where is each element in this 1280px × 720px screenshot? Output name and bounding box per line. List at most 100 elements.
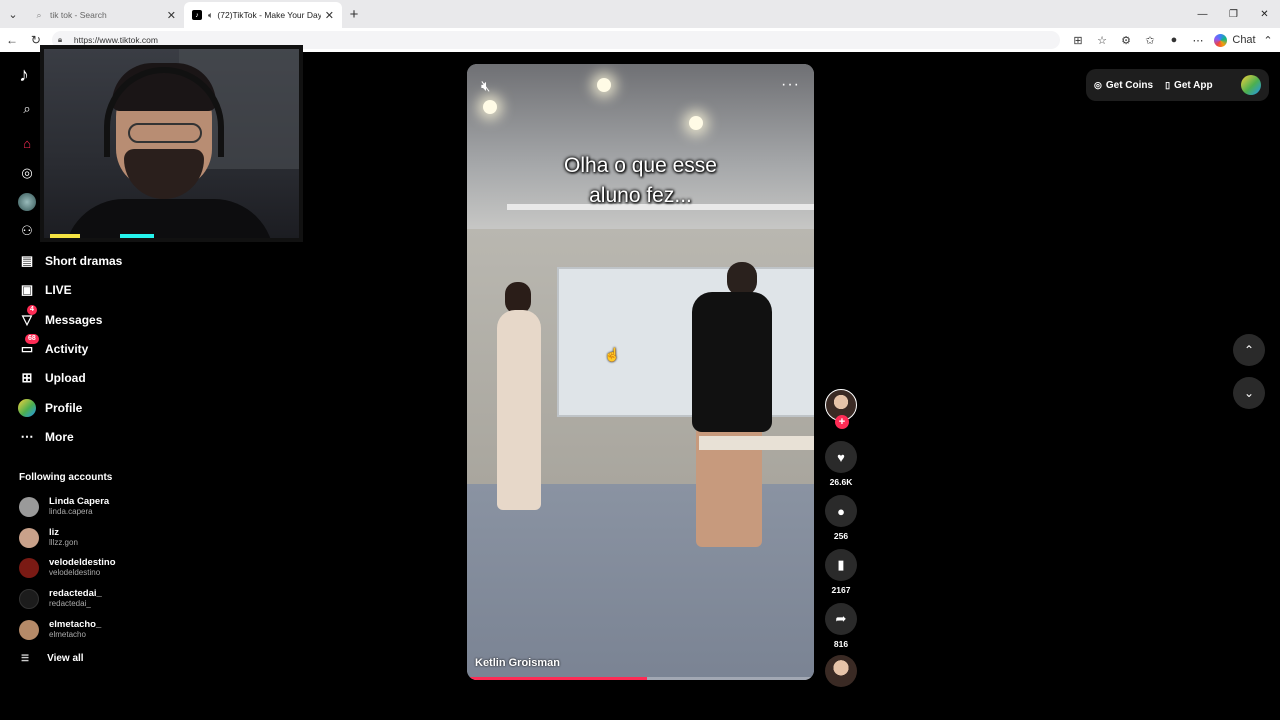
speaker-icon[interactable]: 🔈︎ [208,10,213,21]
mute-icon[interactable]: 🔇︎ [481,78,490,95]
tab-search[interactable]: ⌕ tik tok - Search ✕ [26,2,184,28]
home-icon[interactable]: ⌂ [17,133,37,153]
sidebar-item-activity[interactable]: ▭ 68 Activity [17,334,89,360]
browser-tab-bar: ⌄ ⌕ tik tok - Search ✕ ♪ 🔈︎ (72)TikTok -… [0,0,1280,28]
view-all-link[interactable]: ☰ View all [21,653,84,664]
film-icon: ▤ [20,253,34,268]
get-app-label: Get App [1174,79,1213,91]
sidebar-item-upload[interactable]: ⊞ Upload [17,367,86,389]
caption-line: Olha o que esse [564,154,717,177]
tab-title: (72)TikTok - Make Your Day [217,10,321,20]
account-item[interactable]: redactedai_ redactedai_ [19,588,102,609]
sidebar-item-short-dramas[interactable]: ▤ Short dramas [17,250,123,272]
coin-icon: ◎ [1094,79,1102,90]
avatar [19,588,39,609]
search-icon: ⌕ [36,9,42,20]
tiktok-logo-icon[interactable]: ♪ [19,64,29,87]
close-window-icon[interactable]: ✕ [1249,0,1280,28]
avatar [19,527,39,548]
tab-tiktok[interactable]: ♪ 🔈︎ (72)TikTok - Make Your Day ✕ [184,2,342,28]
new-tab-button[interactable]: + [342,6,366,23]
sidebar-item-messages[interactable]: ▽ 4 Messages [17,305,103,331]
account-item[interactable]: liz lllzz.gon [19,527,78,548]
sidebar-item-label: Messages [45,313,103,327]
video-caption: Olha o que esse aluno fez... [467,151,814,211]
hand-cursor-icon: ☝ [604,347,621,362]
comment-icon[interactable]: ● [825,495,857,527]
video-progress-bar[interactable] [467,677,814,680]
video-scene-man [672,262,782,562]
video-scene-light [483,100,497,114]
like-count: 26.6K [829,477,853,487]
sidebar-item-label: More [45,430,74,444]
save-count: 2167 [831,585,851,595]
action-column: + ♥ 26.6K ● 256 ▮ 2167 ➦ 816 [821,389,861,687]
url-text: https://www.tiktok.com [73,35,158,45]
webcam-stripe [120,234,154,238]
account-item[interactable]: Linda Capera linda.capera [19,496,109,517]
webcam-overlay [40,45,303,242]
video-player[interactable]: 🔇︎ ··· Olha o que esse aluno fez... ☝ Ke… [467,64,814,680]
avatar [19,619,39,640]
taskbar-edge [0,691,1280,720]
avatar [17,398,37,418]
split-screen-icon[interactable]: ⊞ [1066,34,1090,47]
video-scene-light [689,116,703,130]
following-avatar[interactable] [17,192,37,212]
creator-avatar[interactable]: + [825,389,857,429]
sidebar-item-profile[interactable]: Profile [17,397,82,419]
avatar [18,193,36,211]
bookmark-icon[interactable]: ▮ [825,549,857,581]
chat-label: Chat [1232,34,1256,46]
account-name: elmetacho_ [49,619,102,630]
account-item[interactable]: elmetacho_ elmetacho [19,619,101,640]
restore-icon[interactable]: ❐ [1218,0,1249,28]
more-options-icon[interactable]: ··· [781,76,800,94]
close-icon[interactable]: ✕ [325,9,334,22]
avatar[interactable] [1241,75,1261,95]
friends-icon[interactable]: ⚇ [17,221,37,241]
tab-title: tik tok - Search [50,10,107,20]
video-author[interactable]: Ketlin Groisman [475,657,560,669]
tiktok-icon: ♪ [192,10,202,20]
sidebar-item-label: Short dramas [45,254,123,268]
tab-actions-chevron-icon[interactable]: ⌄ [0,0,26,28]
sidebar-toggle-icon[interactable]: ⌃ [1256,34,1280,47]
view-all-label: View all [47,653,84,664]
account-handle: elmetacho [49,630,86,639]
extensions-icon[interactable]: ⚙ [1114,34,1138,47]
like-icon[interactable]: ♥ [825,441,857,473]
avatar [19,496,39,517]
share-icon[interactable]: ➦ [825,603,857,635]
sidebar-item-label: Activity [45,342,89,356]
favorite-star-icon[interactable]: ☆ [1090,34,1114,47]
copilot-chat-button[interactable]: Chat [1214,33,1256,47]
window-controls: — ❐ ✕ [1187,0,1280,28]
messages-badge: 4 [27,305,37,315]
caption-line: aluno fez... [589,184,692,207]
favorites-icon[interactable]: ✩ [1138,34,1162,47]
close-icon[interactable]: ✕ [167,9,176,22]
phone-icon: ▯ [1165,79,1171,90]
account-name: velodeldestino [49,557,116,568]
get-coins-button[interactable]: ◎ Get Coins [1094,80,1153,91]
sidebar-item-more[interactable]: ⋯ More [17,426,74,448]
get-app-button[interactable]: ▯ Get App [1165,80,1212,91]
back-icon[interactable]: ← [0,33,24,47]
minimize-icon[interactable]: — [1187,0,1218,28]
comment-count: 256 [833,531,849,541]
music-disc-avatar[interactable] [825,655,857,687]
sidebar-item-live[interactable]: ▣ LIVE [17,279,72,301]
next-video-chevron-down-icon[interactable]: ⌄ [1233,377,1265,409]
account-handle: lllzz.gon [49,538,78,547]
search-icon[interactable]: ⌕ [17,99,37,119]
follow-plus-icon[interactable]: + [835,415,849,429]
explore-icon[interactable]: ◎ [17,163,37,183]
previous-video-chevron-up-icon[interactable]: ⌃ [1233,334,1265,366]
account-name: Linda Capera [49,496,110,507]
more-icon[interactable]: ⋯ [1186,34,1210,47]
account-item[interactable]: velodeldestino velodeldestino [19,557,116,578]
video-scene-table [699,436,814,450]
profile-icon[interactable]: ● [1162,34,1186,46]
account-handle: linda.capera [49,507,93,516]
